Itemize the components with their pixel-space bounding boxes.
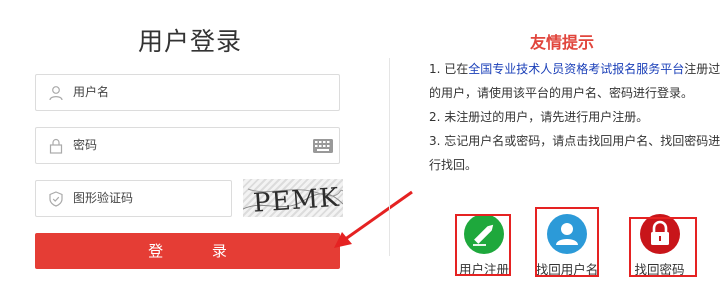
register-label[interactable]: 用户注册: [441, 259, 527, 278]
tips-text: 1. 已在全国专业技术人员资格考试报名服务平台注册过的用户，请使用该平台的用户名…: [429, 57, 721, 177]
lock-icon: [49, 138, 63, 154]
password-field[interactable]: 密码: [35, 127, 340, 164]
platform-link[interactable]: 全国专业技术人员资格考试报名服务平台: [468, 62, 684, 76]
password-placeholder: 密码: [73, 138, 98, 152]
username-field[interactable]: 用户名: [35, 74, 340, 111]
captcha-placeholder: 图形验证码: [73, 191, 134, 205]
register-circle[interactable]: [464, 214, 504, 254]
find-username-action[interactable]: 找回用户名: [527, 214, 607, 278]
tip-line-1: 1. 已在全国专业技术人员资格考试报名服务平台注册过的用户，请使用该平台的用户名…: [429, 57, 721, 105]
find-username-circle[interactable]: [547, 214, 587, 254]
keyboard-icon[interactable]: [313, 139, 333, 153]
panel-divider: [389, 58, 390, 256]
page-title: 用户登录: [138, 27, 243, 56]
find-password-label[interactable]: 找回密码: [622, 259, 697, 278]
padlock-icon: [650, 220, 669, 245]
login-button[interactable]: 登 录: [35, 233, 340, 269]
user-icon: [556, 223, 578, 245]
find-password-action[interactable]: 找回密码: [622, 214, 697, 278]
find-password-circle[interactable]: [639, 214, 680, 254]
shield-icon: [49, 191, 63, 207]
tips-title: 友情提示: [530, 33, 595, 52]
tip-line-1-prefix: 1. 已在: [429, 62, 469, 76]
captcha-text: PEMK: [252, 183, 340, 217]
captcha-field[interactable]: 图形验证码: [35, 180, 232, 217]
tip-line-2: 2. 未注册过的用户，请先进行用户注册。: [429, 110, 649, 124]
arrow-annotation: [334, 190, 413, 248]
captcha-graphic: PEMK: [243, 183, 343, 217]
pencil-icon: [473, 224, 494, 246]
register-action[interactable]: 用户注册: [441, 214, 527, 278]
captcha-image[interactable]: PEMK: [243, 179, 343, 217]
username-placeholder: 用户名: [73, 85, 110, 99]
tip-line-3: 3. 忘记用户名或密码，请点击找回用户名、找回密码进行找回。: [429, 134, 721, 172]
user-icon: [49, 86, 63, 101]
find-username-label[interactable]: 找回用户名: [527, 259, 607, 278]
